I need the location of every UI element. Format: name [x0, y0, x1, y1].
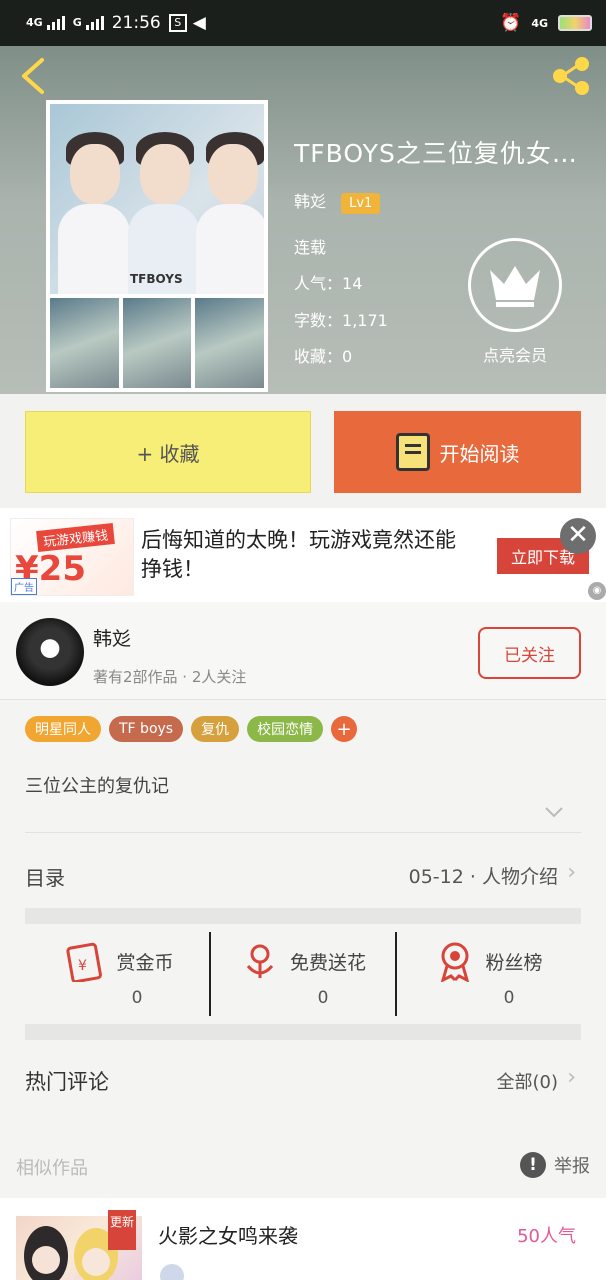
share-button[interactable] — [550, 56, 594, 96]
popularity-label: 人气 — [294, 274, 327, 293]
cover-logo: TFBOYS — [130, 272, 183, 286]
add-tag-button[interactable]: + — [331, 716, 358, 742]
section-divider — [25, 908, 581, 924]
status-bar: 4G G 21:56 S ◀ ⏰ 4G — [0, 0, 606, 46]
toc-date: 05-12 — [408, 866, 464, 888]
author-stats: 著有2部作品 · 2人关注 — [93, 668, 247, 686]
cover-image: TFBOYS — [50, 104, 264, 294]
start-reading-label: 开始阅读 — [439, 441, 520, 466]
comments-label: 热门评论 — [25, 1070, 109, 1094]
fan-rank-button[interactable]: 粉丝榜 0 — [395, 932, 581, 1016]
author-line: 韩彣 Lv1 — [294, 188, 381, 214]
share-icon — [553, 57, 589, 95]
tip-coins-button[interactable]: ¥ 赏金币 0 — [25, 932, 209, 1016]
signal-icon-2: G — [73, 16, 104, 30]
ad-text: 后悔知道的太晚！玩游戏竟然还能挣钱！ — [141, 528, 456, 581]
toc-extra: 人物介绍 — [481, 866, 558, 888]
tag-item[interactable]: 明星同人 — [25, 716, 101, 742]
collect-button[interactable]: + 收藏 — [25, 411, 311, 493]
cover-thumbnails — [50, 298, 265, 388]
stat-label: 赏金币 — [116, 951, 174, 974]
popularity-value: ：14 — [326, 274, 363, 293]
tag-list: 明星同人 TF boys 复仇 校园恋情 + — [25, 716, 358, 742]
popularity-line: 人气：14 — [294, 270, 362, 294]
favorites-line: 收藏：0 — [294, 343, 352, 367]
send-flower-button[interactable]: 免费送花 0 — [209, 932, 395, 1016]
ad-thumbnail: 玩游戏赚钱 ¥25 广告 — [10, 518, 134, 596]
section-divider — [25, 1024, 581, 1040]
author-card: 韩彣 著有2部作品 · 2人关注 已关注 — [0, 602, 606, 700]
stat-value: 0 — [131, 988, 143, 1008]
stat-label: 粉丝榜 — [485, 951, 543, 974]
book-author[interactable]: 韩彣 — [294, 192, 326, 211]
stat-value: 0 — [317, 988, 329, 1008]
chevron-left-icon — [22, 58, 44, 94]
hot-comments-row[interactable]: 热门评论 全部(0) › — [0, 1060, 606, 1100]
author-name[interactable]: 韩彣 — [93, 624, 131, 651]
level-badge: Lv1 — [341, 193, 381, 214]
chevron-down-icon[interactable] — [544, 806, 564, 818]
collect-label: + 收藏 — [136, 441, 200, 466]
favorites-label: 收藏 — [294, 347, 327, 366]
book-icon — [395, 433, 430, 471]
toc-meta: 05-12 · 人物介绍 — [409, 862, 558, 889]
ad-banner[interactable]: 玩游戏赚钱 ¥25 广告 后悔知道的太晚！玩游戏竟然还能挣钱！ 立即下载 ✕ — [0, 508, 606, 602]
vip-label: 点亮会员 — [482, 346, 547, 365]
recommended-book-popularity: 50人气 — [517, 1226, 576, 1247]
toc-label: 目录 — [25, 866, 65, 890]
divider — [25, 832, 581, 833]
report-button[interactable]: ! 举报 — [520, 1152, 590, 1178]
notification-icon: S — [168, 14, 187, 32]
battery-icon — [558, 15, 592, 31]
clock: 21:56 — [111, 13, 161, 33]
svg-text:¥: ¥ — [78, 958, 87, 974]
ad-info-icon[interactable]: ◉ — [588, 582, 606, 600]
comments-all-link[interactable]: 全部(0) — [497, 1068, 559, 1094]
ad-thumb-title: 玩游戏赚钱 — [36, 523, 115, 552]
mute-icon: ◀ — [192, 13, 206, 33]
report-label: 举报 — [554, 1156, 590, 1177]
alarm-icon: ⏰ — [500, 13, 522, 33]
recommended-book-item[interactable]: 更新 火影之女鸣来袭 50人气 — [0, 1198, 606, 1280]
book-title: TFBOYS之三位复仇女… — [294, 139, 578, 168]
table-of-contents-row[interactable]: 目录 05-12 · 人物介绍 › — [0, 846, 606, 900]
medal-icon — [441, 942, 470, 982]
toc-separator: · — [469, 866, 476, 888]
tag-item[interactable]: TF boys — [109, 716, 184, 742]
words-label: 字数 — [294, 311, 327, 330]
chevron-right-icon: › — [567, 860, 576, 885]
update-badge: 更新 — [108, 1210, 136, 1250]
support-stats: ¥ 赏金币 0 免费送花 0 粉丝榜 0 — [25, 932, 581, 1016]
avatar[interactable] — [16, 618, 84, 686]
warning-icon: ! — [520, 1152, 546, 1178]
red-packet-icon: ¥ — [66, 942, 103, 982]
action-bar: + 收藏 开始阅读 — [0, 394, 606, 508]
back-button[interactable] — [18, 56, 48, 96]
ad-tag: 广告 — [11, 578, 37, 595]
similar-works-label: 相似作品 — [16, 1158, 88, 1179]
tag-item[interactable]: 校园恋情 — [247, 716, 324, 742]
words-line: 字数：1,171 — [294, 307, 388, 331]
chevron-right-icon: › — [567, 1065, 576, 1090]
recommended-book-title: 火影之女鸣来袭 — [158, 1224, 298, 1248]
close-icon[interactable]: ✕ — [560, 518, 596, 554]
network-type: 4G — [531, 16, 548, 30]
signal-icon: 4G — [26, 16, 65, 30]
flower-icon — [246, 944, 274, 978]
follow-button[interactable]: 已关注 — [478, 627, 581, 679]
start-reading-button[interactable]: 开始阅读 — [334, 411, 581, 493]
book-intro: 三位公主的复仇记 — [25, 776, 169, 797]
vip-button[interactable]: 点亮会员 — [466, 238, 564, 366]
book-header: TFBOYS TFBOYS之三位复仇女… 韩彣 Lv1 连载 人气：14 字数：… — [0, 46, 606, 394]
favorites-value: ：0 — [326, 347, 353, 366]
words-value: ：1,171 — [326, 311, 388, 330]
book-cover[interactable]: TFBOYS — [46, 100, 268, 392]
crown-icon — [490, 266, 540, 307]
book-status: 连载 — [294, 238, 327, 257]
avatar — [160, 1264, 184, 1280]
stat-value: 0 — [503, 988, 515, 1008]
stat-label: 免费送花 — [289, 951, 366, 974]
tag-item[interactable]: 复仇 — [191, 716, 240, 742]
